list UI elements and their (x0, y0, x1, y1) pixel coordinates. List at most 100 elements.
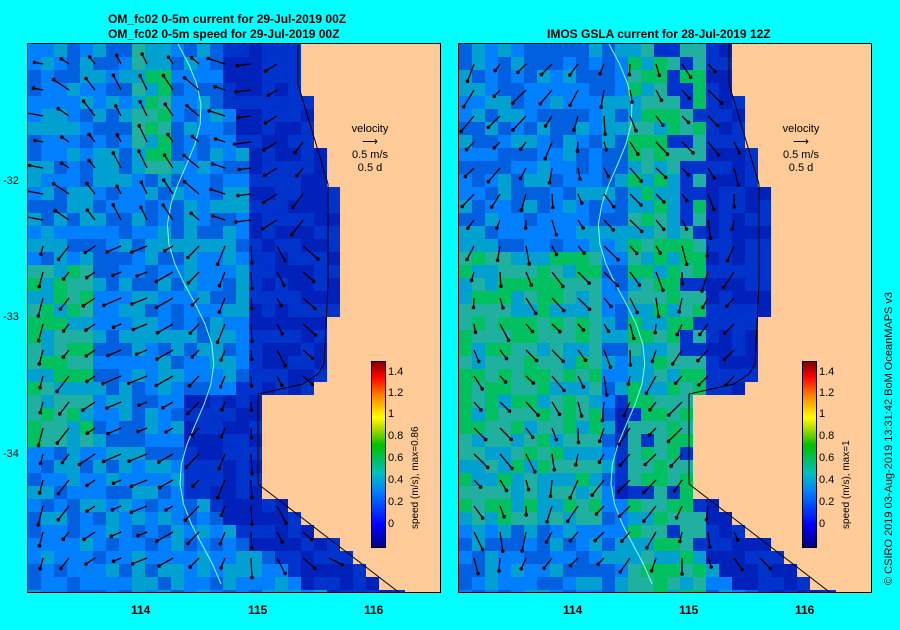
ocean-cell (641, 109, 654, 122)
ocean-cell (576, 70, 589, 83)
ocean-cell (524, 174, 537, 187)
arrow-head (157, 564, 161, 568)
arrow-head (606, 329, 611, 334)
ocean-cell (589, 122, 602, 135)
ocean-cell (550, 148, 563, 161)
ocean-cell (145, 525, 158, 538)
ocean-cell (654, 356, 667, 369)
arrow-head (188, 331, 193, 335)
ocean-cell (67, 382, 80, 395)
ocean-cell (80, 122, 93, 135)
ocean-cell (93, 278, 106, 291)
arrow-head (523, 226, 528, 230)
ocean-cell (511, 330, 524, 343)
ocean-cell (223, 330, 236, 343)
ocean-cell (223, 265, 236, 278)
arrow-head (725, 259, 730, 263)
ocean-cell (132, 161, 145, 174)
ocean-cell (236, 304, 249, 317)
ocean-cell (459, 421, 472, 434)
ocean-cell (667, 317, 680, 330)
arrow-head (161, 73, 166, 78)
ocean-cell (563, 473, 576, 486)
ocean-cell (262, 525, 275, 538)
arrow-head (527, 262, 531, 266)
ocean-cell (236, 577, 249, 590)
ocean-cell (459, 57, 472, 70)
ocean-cell (210, 83, 223, 96)
ocean-cell (171, 44, 184, 57)
arrow-head (114, 53, 119, 58)
arrow-head (486, 125, 491, 130)
ocean-cell (119, 330, 132, 343)
ocean-cell (80, 590, 93, 592)
ocean-cell (145, 408, 158, 421)
ocean-cell (236, 265, 249, 278)
ocean-cell (524, 317, 537, 330)
ocean-cell (511, 525, 524, 538)
ocean-cell (28, 421, 41, 434)
ocean-cell (197, 317, 210, 330)
arrow-head (643, 462, 647, 467)
arrow-head (618, 570, 622, 574)
ocean-cell (67, 122, 80, 135)
ocean-cell (563, 499, 576, 512)
arrow-head (618, 463, 622, 468)
ocean-cell (236, 434, 249, 447)
ocean-cell (67, 174, 80, 187)
right-x-tick-115: 115 (679, 603, 699, 617)
ocean-cell (223, 408, 236, 421)
left-cbar-tick: 1.2 (388, 387, 404, 399)
ocean-cell (171, 434, 184, 447)
ocean-cell (288, 109, 301, 122)
arrow-head (166, 55, 171, 59)
ocean-cell (54, 590, 67, 592)
ocean-cell (485, 473, 498, 486)
ocean-cell (314, 161, 327, 174)
ocean-cell (28, 200, 41, 213)
arrow-head (596, 562, 600, 566)
arrow-head (235, 63, 240, 68)
arrow-head (534, 311, 538, 316)
arrow-head (313, 333, 318, 337)
ocean-cell (223, 174, 236, 187)
arrow-head (708, 545, 712, 549)
arrow-head (183, 518, 187, 522)
ocean-cell (641, 252, 654, 265)
ocean-cell (680, 239, 693, 252)
ocean-cell (93, 343, 106, 356)
ocean-cell (771, 551, 784, 564)
arrow-head (568, 495, 572, 500)
ocean-cell (745, 317, 758, 330)
left-cbar-tick: 0.6 (388, 452, 404, 464)
ocean-cell (485, 148, 498, 161)
ocean-cell (459, 343, 472, 356)
ocean-cell (628, 473, 641, 486)
arrow-head (680, 572, 684, 576)
ocean-cell (158, 265, 171, 278)
arrow-head (282, 283, 286, 288)
ocean-cell (80, 395, 93, 408)
ocean-cell (106, 57, 119, 70)
right-title: IMOS GSLA current for 28-Jul-2019 12Z (547, 27, 771, 41)
ocean-cell (275, 135, 288, 148)
ocean-cell (145, 317, 158, 330)
ocean-cell (511, 408, 524, 421)
left-cbar-tick: 0.4 (388, 474, 404, 486)
ocean-cell (680, 590, 693, 592)
ocean-cell (184, 356, 197, 369)
ocean-cell (459, 317, 472, 330)
ocean-cell (641, 304, 654, 317)
ocean-cell (654, 564, 667, 577)
ocean-cell (223, 44, 236, 57)
ocean-cell (641, 590, 654, 592)
arrow-head (295, 173, 299, 178)
ocean-cell (67, 356, 80, 369)
arrow-head (722, 357, 727, 362)
ocean-cell (680, 395, 693, 408)
ocean-cell (498, 434, 511, 447)
ocean-cell (498, 213, 511, 226)
ocean-cell (511, 460, 524, 473)
ocean-cell (563, 590, 576, 592)
ocean-cell (288, 525, 301, 538)
